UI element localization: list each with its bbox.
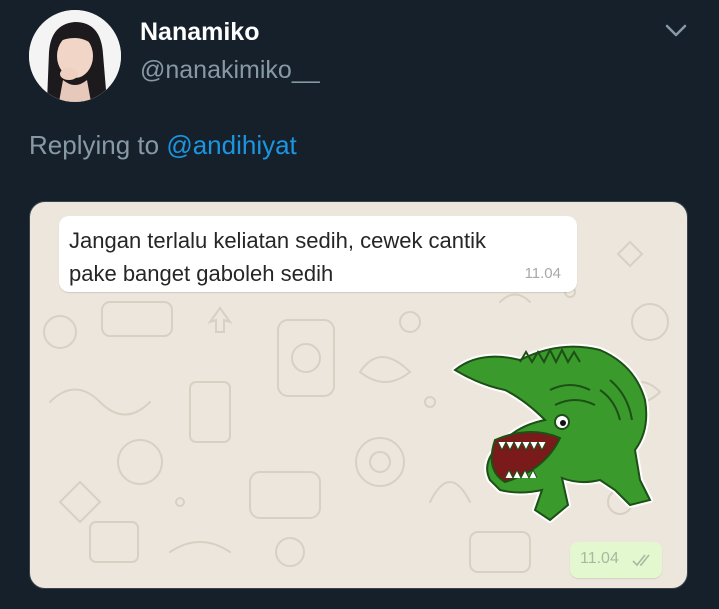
attached-chat-screenshot[interactable]: Jangan terlalu keliatan sedih, cewek can… [29, 201, 688, 589]
double-check-icon [632, 554, 650, 567]
incoming-message-text: Jangan terlalu keliatan sedih, cewek can… [69, 228, 487, 286]
incoming-message-bubble: Jangan terlalu keliatan sedih, cewek can… [59, 216, 577, 292]
display-name[interactable]: Nanamiko [140, 18, 259, 47]
chevron-down-icon[interactable] [663, 20, 689, 40]
crocodile-sticker [452, 343, 653, 523]
outgoing-message-bubble: 11.04 [570, 542, 662, 578]
incoming-message-time: 11.04 [524, 265, 561, 282]
outgoing-message-time: 11.04 [580, 550, 619, 567]
avatar-image [29, 10, 121, 102]
replying-to: Replying to @andihiyat [29, 130, 297, 161]
replying-to-label: Replying to [29, 130, 160, 160]
avatar[interactable] [29, 10, 121, 102]
user-handle[interactable]: @nanakimiko__ [140, 56, 320, 85]
reply-mention-link[interactable]: @andihiyat [166, 130, 296, 160]
